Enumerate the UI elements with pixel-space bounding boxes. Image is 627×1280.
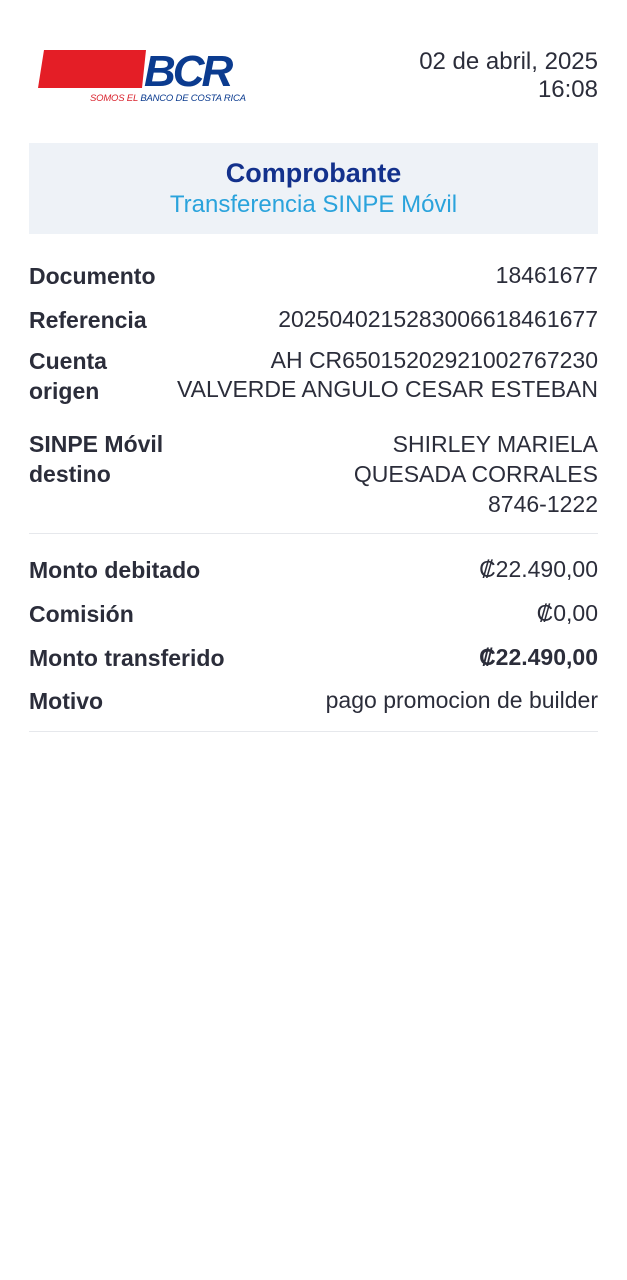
- receipt-subtitle: Transferencia SINPE Móvil: [169, 191, 458, 218]
- referencia-value: 2025040215283006618461677: [278, 306, 598, 332]
- motivo-row: Motivo pago promocion de builder: [29, 686, 598, 716]
- bcr-tagline: SOMOS EL BANCO DE COSTA RICA: [90, 93, 246, 104]
- monto-debitado-row: Monto debitado ₡22.490,00: [29, 555, 598, 585]
- tagline-red: SOMOS EL: [90, 93, 138, 104]
- cuenta-origen-value: AH CR65015202921002767230 VALVERDE ANGUL…: [177, 346, 598, 404]
- cuenta-origen-holder: VALVERDE ANGULO CESAR ESTEBAN: [177, 376, 598, 402]
- monto-transferido-value: ₡22.490,00: [479, 644, 598, 670]
- receipt-title: Comprobante: [225, 158, 402, 188]
- section-divider: [29, 533, 598, 534]
- documento-row: Documento 18461677: [29, 261, 598, 291]
- bcr-logo-text: BCR: [144, 47, 234, 94]
- cuenta-origen-row: Cuenta origen AH CR65015202921002767230 …: [29, 346, 598, 406]
- bottom-divider: [29, 731, 598, 732]
- cuenta-origen-label-line1: Cuenta: [29, 348, 107, 374]
- motivo-label: Motivo: [29, 688, 104, 714]
- referencia-label: Referencia: [29, 307, 147, 333]
- sinpe-destino-name1: SHIRLEY MARIELA: [392, 431, 598, 457]
- sinpe-destino-value: SHIRLEY MARIELA QUESADA CORRALES 8746-12…: [354, 429, 598, 519]
- comision-label: Comisión: [29, 601, 134, 627]
- receipt-datetime: 02 de abril, 2025 16:08: [419, 48, 598, 104]
- documento-value: 18461677: [495, 262, 598, 288]
- referencia-row: Referencia 2025040215283006618461677: [29, 305, 598, 335]
- sinpe-destino-label-line1: SINPE Móvil: [29, 431, 164, 457]
- sinpe-destino-name2: QUESADA CORRALES: [353, 461, 598, 487]
- sinpe-destino-label-line2: destino: [29, 461, 111, 487]
- receipt-header: BCR SOMOS EL BANCO DE COSTA RICA 02 de a…: [0, 0, 627, 130]
- documento-label: Documento: [29, 263, 156, 289]
- monto-transferido-row: Monto transferido ₡22.490,00: [29, 643, 598, 673]
- cuenta-origen-account: AH CR65015202921002767230: [270, 347, 598, 373]
- bcr-logo-graphic: BCR: [38, 47, 237, 94]
- comision-value: ₡0,00: [536, 600, 598, 626]
- sinpe-destino-label: SINPE Móvil destino: [29, 429, 163, 489]
- cuenta-origen-label-line2: origen: [29, 378, 100, 404]
- motivo-value: pago promocion de builder: [325, 687, 598, 713]
- cuenta-origen-label: Cuenta origen: [29, 346, 107, 406]
- monto-debitado-label: Monto debitado: [29, 557, 201, 583]
- sinpe-destino-phone: 8746-1222: [488, 491, 598, 517]
- monto-debitado-value: ₡22.490,00: [479, 556, 598, 582]
- comision-row: Comisión ₡0,00: [29, 599, 598, 629]
- receipt-title-box: Comprobante Transferencia SINPE Móvil: [29, 143, 598, 234]
- tagline-blue: BANCO DE COSTA RICA: [140, 93, 246, 104]
- receipt-time: 16:08: [537, 76, 598, 103]
- bcr-logo: BCR SOMOS EL BANCO DE COSTA RICA: [36, 46, 246, 108]
- receipt-date: 02 de abril, 2025: [419, 48, 598, 75]
- monto-transferido-label: Monto transferido: [29, 645, 225, 671]
- sinpe-destino-row: SINPE Móvil destino SHIRLEY MARIELA QUES…: [29, 429, 598, 519]
